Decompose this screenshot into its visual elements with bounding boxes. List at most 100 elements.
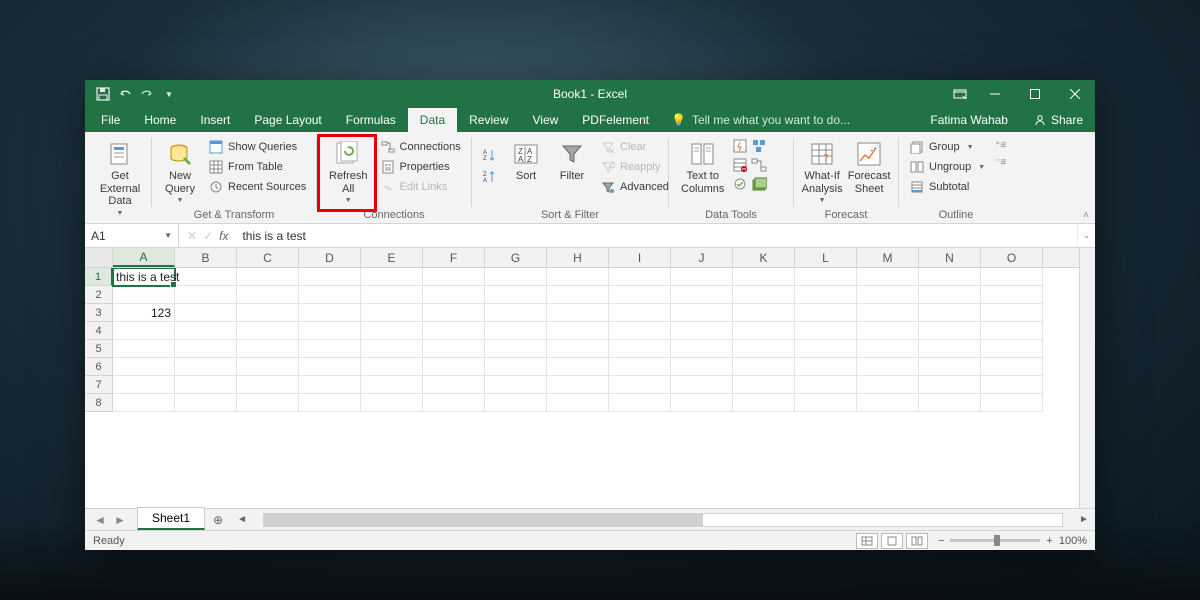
- cell[interactable]: [981, 304, 1043, 322]
- cell[interactable]: [919, 376, 981, 394]
- cell[interactable]: [113, 394, 175, 412]
- row-header[interactable]: 4: [85, 322, 113, 340]
- row-header[interactable]: 1: [85, 268, 113, 286]
- sheet-nav[interactable]: ◄►: [85, 509, 135, 530]
- consolidate-icon[interactable]: [751, 138, 767, 154]
- tab-page-layout[interactable]: Page Layout: [242, 108, 333, 132]
- cell[interactable]: [919, 304, 981, 322]
- zoom-level[interactable]: 100%: [1059, 535, 1087, 547]
- cell[interactable]: [795, 322, 857, 340]
- cell[interactable]: [485, 340, 547, 358]
- cell[interactable]: [795, 358, 857, 376]
- cell[interactable]: [423, 376, 485, 394]
- cell[interactable]: [175, 394, 237, 412]
- column-header[interactable]: H: [547, 248, 609, 267]
- column-header[interactable]: J: [671, 248, 733, 267]
- cell[interactable]: [733, 304, 795, 322]
- manage-data-model-icon[interactable]: [751, 176, 767, 192]
- cell[interactable]: [299, 358, 361, 376]
- cell[interactable]: 123: [113, 304, 175, 322]
- save-icon[interactable]: [95, 86, 111, 102]
- cell[interactable]: [361, 340, 423, 358]
- cell[interactable]: [857, 394, 919, 412]
- row-header[interactable]: 2: [85, 286, 113, 304]
- cell[interactable]: [547, 268, 609, 286]
- cell[interactable]: [361, 322, 423, 340]
- vertical-scrollbar[interactable]: [1079, 248, 1095, 508]
- cell[interactable]: [299, 394, 361, 412]
- tab-home[interactable]: Home: [132, 108, 188, 132]
- cell[interactable]: [299, 268, 361, 286]
- cell[interactable]: [175, 376, 237, 394]
- cell[interactable]: [919, 340, 981, 358]
- tab-pdfelement[interactable]: PDFelement: [570, 108, 661, 132]
- cell[interactable]: [795, 286, 857, 304]
- cell[interactable]: [485, 376, 547, 394]
- refresh-all-button[interactable]: Refresh All ▼: [323, 138, 374, 207]
- cell[interactable]: [671, 394, 733, 412]
- text-to-columns-button[interactable]: Text to Columns: [675, 138, 730, 197]
- sort-za-button[interactable]: ZA: [478, 168, 502, 186]
- cell[interactable]: [857, 322, 919, 340]
- cell[interactable]: [609, 394, 671, 412]
- cell[interactable]: [547, 304, 609, 322]
- cell[interactable]: [113, 340, 175, 358]
- column-header[interactable]: D: [299, 248, 361, 267]
- select-all-corner[interactable]: [85, 248, 113, 267]
- name-box-dropdown-icon[interactable]: ▼: [164, 231, 172, 240]
- cell[interactable]: [919, 268, 981, 286]
- cell[interactable]: [981, 376, 1043, 394]
- subtotal-button[interactable]: Subtotal: [905, 178, 989, 196]
- cell[interactable]: [857, 340, 919, 358]
- ribbon-display-options-icon[interactable]: [945, 80, 975, 108]
- page-break-view-button[interactable]: [906, 533, 928, 549]
- cell[interactable]: [919, 394, 981, 412]
- connections-button[interactable]: Connections: [376, 138, 465, 156]
- column-header[interactable]: O: [981, 248, 1043, 267]
- cell[interactable]: [671, 358, 733, 376]
- filter-button[interactable]: Filter: [550, 138, 594, 185]
- column-header[interactable]: I: [609, 248, 671, 267]
- cell[interactable]: [113, 376, 175, 394]
- advanced-button[interactable]: Advanced: [596, 178, 673, 196]
- cell[interactable]: [919, 358, 981, 376]
- cell[interactable]: [485, 286, 547, 304]
- tab-file[interactable]: File: [89, 108, 132, 132]
- cell[interactable]: [857, 376, 919, 394]
- cell[interactable]: [237, 358, 299, 376]
- cell[interactable]: [361, 268, 423, 286]
- cell[interactable]: [733, 358, 795, 376]
- row-header[interactable]: 5: [85, 340, 113, 358]
- cell[interactable]: [671, 322, 733, 340]
- column-header[interactable]: M: [857, 248, 919, 267]
- recent-sources-button[interactable]: Recent Sources: [204, 178, 310, 196]
- next-sheet-icon[interactable]: ►: [114, 513, 126, 527]
- cell[interactable]: [795, 340, 857, 358]
- horizontal-scrollbar[interactable]: ◄ ►: [231, 509, 1095, 530]
- ungroup-button[interactable]: Ungroup▼: [905, 158, 989, 176]
- cell[interactable]: [175, 304, 237, 322]
- sheet-tab[interactable]: Sheet1: [137, 507, 205, 530]
- qat-customize-icon[interactable]: ▼: [161, 86, 177, 102]
- cell[interactable]: [361, 304, 423, 322]
- cell[interactable]: [671, 340, 733, 358]
- scroll-left-icon[interactable]: ◄: [235, 514, 249, 525]
- tab-view[interactable]: View: [521, 108, 571, 132]
- cell[interactable]: [981, 394, 1043, 412]
- cell[interactable]: [175, 358, 237, 376]
- cell[interactable]: [671, 286, 733, 304]
- formula-input[interactable]: this is a test: [236, 229, 1077, 243]
- flash-fill-icon[interactable]: [732, 138, 748, 154]
- cell[interactable]: [237, 286, 299, 304]
- cell[interactable]: [795, 376, 857, 394]
- cell[interactable]: [733, 286, 795, 304]
- cell[interactable]: [423, 304, 485, 322]
- scroll-right-icon[interactable]: ►: [1077, 514, 1091, 525]
- cell[interactable]: [547, 322, 609, 340]
- from-table-button[interactable]: From Table: [204, 158, 310, 176]
- row-header[interactable]: 3: [85, 304, 113, 322]
- cell[interactable]: [609, 286, 671, 304]
- cell[interactable]: [795, 394, 857, 412]
- show-detail-icon[interactable]: ⁺≡: [995, 140, 1006, 151]
- cell[interactable]: [733, 394, 795, 412]
